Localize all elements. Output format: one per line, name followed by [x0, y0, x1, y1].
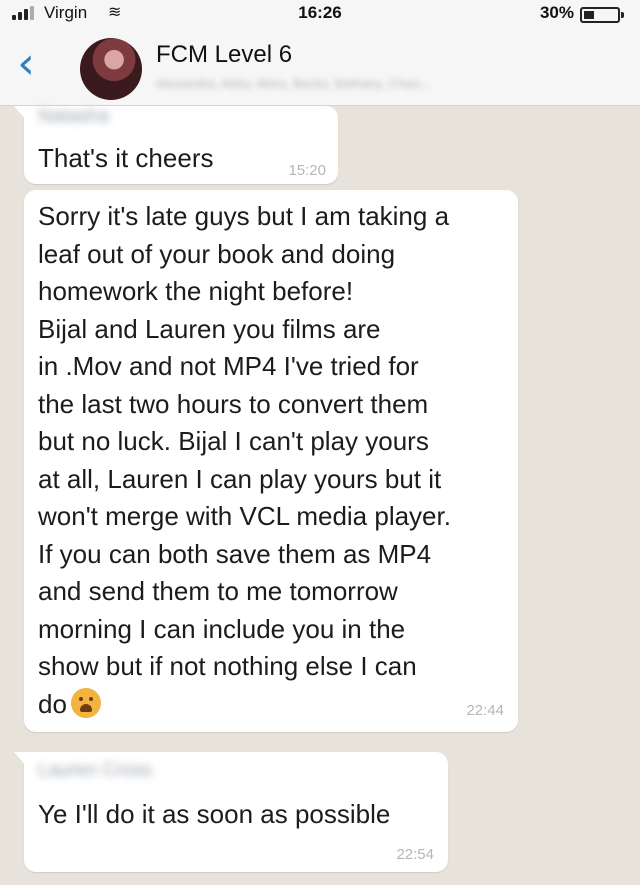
participants-list[interactable]: Alexandra, Abby, Akira, Becky, Bethany, … [156, 76, 596, 90]
message-bubble[interactable]: Natasha That's it cheers 15:20 [14, 106, 338, 184]
chevron-left-icon: ‹ [17, 38, 35, 89]
chat-header: ‹ FCM Level 6 Alexandra, Abby, Akira, Be… [0, 30, 640, 106]
status-bar: Virgin ≋ 16:26 30% [0, 0, 640, 30]
group-avatar[interactable] [80, 38, 142, 100]
group-name[interactable]: FCM Level 6 [156, 41, 292, 69]
message-text: Ye I'll do it as soon as possible [38, 799, 391, 829]
battery-icon [580, 7, 624, 23]
back-button[interactable]: ‹ [6, 40, 46, 90]
weary-face-emoji-icon [70, 687, 101, 718]
battery-percentage: 30% [539, 3, 574, 22]
message-bubble[interactable]: Sorry it's late guys but I am taking a l… [24, 190, 518, 732]
battery-fill [584, 11, 594, 19]
message-time: 15:20 [288, 162, 326, 179]
message-text: Sorry it's late guys but I am taking a l… [38, 201, 451, 719]
message-bubble[interactable]: Lauren Cross Ye I'll do it as soon as po… [14, 752, 448, 872]
message-sender: Lauren Cross [38, 760, 153, 781]
message-text-block: Sorry it's late guys but I am taking a l… [38, 198, 514, 723]
message-time: 22:54 [396, 846, 434, 863]
bubble-tail [14, 106, 26, 120]
bubble-tail [14, 752, 26, 766]
message-time: 22:44 [466, 702, 504, 719]
message-text: That's it cheers [38, 143, 214, 173]
message-sender: Natasha [38, 106, 109, 127]
